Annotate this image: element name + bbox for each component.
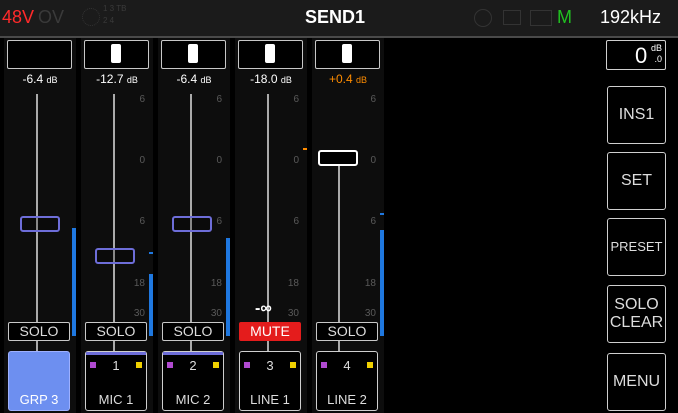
channel-name: GRP 3 xyxy=(19,392,59,407)
pan-control[interactable] xyxy=(315,40,380,69)
channel-name: MIC 2 xyxy=(175,392,211,407)
solo-button[interactable]: SOLO xyxy=(162,322,224,341)
channel-name: MIC 1 xyxy=(98,392,134,407)
channel-select-button[interactable]: 2 MIC 2 xyxy=(162,351,224,411)
level-readout: +0.4 dB xyxy=(328,72,368,86)
scale-label: 18 xyxy=(287,278,299,289)
fader-knob[interactable] xyxy=(20,216,60,232)
channel-number: 1 xyxy=(112,358,120,373)
peak-indicator xyxy=(303,148,307,150)
scale-label: 0 xyxy=(293,155,299,166)
scale-label: 18 xyxy=(133,278,145,289)
menu-button[interactable]: MENU xyxy=(607,353,666,411)
scale-label: 0 xyxy=(139,155,145,166)
gain-decimal: .0 xyxy=(654,54,662,64)
folder-icon xyxy=(503,10,521,25)
level-readout: -18.0 dB xyxy=(250,72,292,86)
m-indicator: M xyxy=(557,7,572,27)
scale-label: 30 xyxy=(287,308,299,319)
ins1-button[interactable]: INS1 xyxy=(607,86,666,144)
channel-strip-5: +0.4 dB 6 0 6 18 30 SOLO 4 LINE 2 xyxy=(312,38,384,413)
scale-label: 18 xyxy=(210,278,222,289)
scale-label: 6 xyxy=(293,94,299,105)
fader-knob[interactable] xyxy=(318,150,358,166)
level-meter xyxy=(380,230,384,336)
level-meter xyxy=(226,238,230,336)
set-button[interactable]: SET xyxy=(607,152,666,210)
preset-button[interactable]: PRESET xyxy=(607,218,666,276)
scale-label: 6 xyxy=(139,94,145,105)
scale-label: 0 xyxy=(216,155,222,166)
scale-label: 6 xyxy=(370,94,376,105)
level-readout: -12.7 dB xyxy=(96,72,138,86)
mute-button[interactable]: MUTE xyxy=(239,322,301,341)
routing-bottom-label: 2 4 xyxy=(103,16,115,25)
scale-label: 6 xyxy=(216,94,222,105)
pan-control[interactable] xyxy=(7,40,72,69)
channel-name: LINE 2 xyxy=(327,392,367,407)
channel-select-button[interactable]: 4 LINE 2 xyxy=(316,351,378,411)
peak-indicator xyxy=(149,252,153,254)
scale-label: 30 xyxy=(133,308,145,319)
channel-select-button[interactable]: 1 MIC 1 xyxy=(85,351,147,411)
settings-gear-icon xyxy=(474,9,492,27)
peak-indicator xyxy=(380,213,384,215)
channel-strip-1: -6.4 dB SOLO GRP 3 xyxy=(4,38,76,413)
scale-label: 6 xyxy=(370,216,376,227)
scale-label: 30 xyxy=(210,308,222,319)
fader-value-label: -∞ xyxy=(255,300,272,317)
gain-value: 0 xyxy=(635,43,648,68)
solo-button[interactable]: SOLO xyxy=(85,322,147,341)
scale-label: 30 xyxy=(364,308,376,319)
phantom-power-indicator: 48V xyxy=(2,7,35,27)
routing-top-label: 1 3 TB xyxy=(103,4,127,13)
solo-clear-button[interactable]: SOLO CLEAR xyxy=(607,285,666,343)
fader-knob[interactable] xyxy=(172,216,212,232)
channel-strip-3: -6.4 dB 6 0 6 18 30 SOLO 2 MIC 2 xyxy=(158,38,230,413)
pan-control[interactable] xyxy=(161,40,226,69)
solo-button[interactable]: SOLO xyxy=(8,322,70,341)
channel-number: 2 xyxy=(189,358,197,373)
pan-control[interactable] xyxy=(84,40,149,69)
overload-indicator: OV xyxy=(38,7,65,27)
sample-rate: 192kHz xyxy=(600,7,662,27)
level-readout: -6.4 dB xyxy=(176,72,212,86)
gain-unit: dB xyxy=(650,43,662,53)
channel-strip-2: -12.7 dB 6 0 6 18 30 SOLO 1 MIC 1 xyxy=(81,38,153,413)
scale-label: 6 xyxy=(139,216,145,227)
level-meter xyxy=(149,274,153,336)
solo-clear-label-1: SOLO xyxy=(614,296,659,313)
scale-label: 18 xyxy=(364,278,376,289)
mail-icon xyxy=(530,10,552,26)
solo-button[interactable]: SOLO xyxy=(316,322,378,341)
channel-name: LINE 1 xyxy=(250,392,290,407)
channel-select-button[interactable]: 3 LINE 1 xyxy=(239,351,301,411)
pan-control[interactable] xyxy=(238,40,303,69)
channel-number: 3 xyxy=(266,358,274,373)
page-title: SEND1 xyxy=(305,7,366,27)
fader-track xyxy=(113,94,115,352)
routing-icon xyxy=(82,8,100,26)
channel-number: 4 xyxy=(343,358,351,373)
solo-clear-label-2: CLEAR xyxy=(609,314,664,331)
scale-label: 6 xyxy=(293,216,299,227)
level-meter xyxy=(72,228,76,336)
top-bar: 48V OV 1 3 TB 2 4 SEND1 M 192kHz xyxy=(0,0,678,36)
level-readout: -6.4 dB xyxy=(22,72,58,86)
gain-readout[interactable]: 0 dB .0 xyxy=(606,40,666,70)
channel-select-button[interactable]: GRP 3 xyxy=(8,351,70,411)
channel-strip-4: -18.0 dB 6 0 6 18 30 -∞ MUTE 3 LINE 1 xyxy=(235,38,307,413)
fader-knob[interactable] xyxy=(95,248,135,264)
